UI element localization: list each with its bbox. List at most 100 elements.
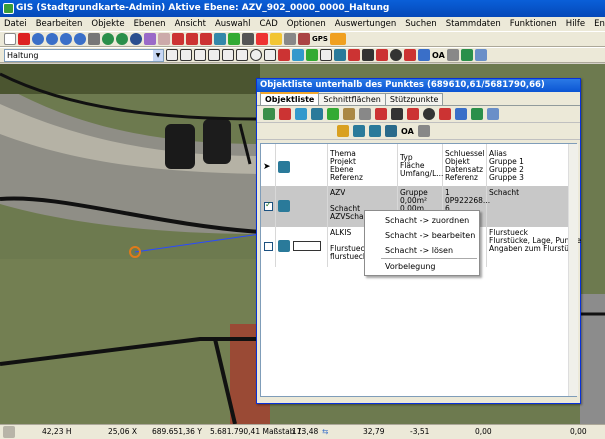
tab-schnittflaechen[interactable]: Schnittflächen xyxy=(318,93,386,105)
zoom-window-icon[interactable] xyxy=(60,33,72,45)
polyline-icon[interactable] xyxy=(194,49,206,61)
rectangle-icon[interactable] xyxy=(236,49,248,61)
undo-icon[interactable] xyxy=(474,49,487,61)
marker-icon[interactable] xyxy=(298,33,310,45)
zoom-out-icon[interactable] xyxy=(46,33,58,45)
measure-icon[interactable] xyxy=(214,33,226,45)
select-tool-icon[interactable] xyxy=(166,49,178,61)
zoom-in-icon[interactable] xyxy=(32,33,44,45)
layers-icon[interactable] xyxy=(343,108,355,120)
tab-objektliste[interactable]: Objektliste xyxy=(260,92,320,105)
check-icon[interactable] xyxy=(228,33,240,45)
menu-optionen[interactable]: Optionen xyxy=(287,19,326,29)
copy-icon[interactable] xyxy=(353,125,365,137)
check-icon[interactable] xyxy=(327,108,339,120)
arc-icon[interactable] xyxy=(208,49,220,61)
pencil-icon[interactable] xyxy=(337,125,349,137)
menu-ansicht[interactable]: Ansicht xyxy=(175,19,206,29)
oa-button[interactable]: OA xyxy=(401,127,414,136)
globe-icon[interactable] xyxy=(102,33,114,45)
hand-icon[interactable] xyxy=(158,33,170,45)
vertical-scrollbar[interactable] xyxy=(568,144,578,396)
chevron-down-icon[interactable]: ▼ xyxy=(153,49,163,61)
row-checkbox[interactable] xyxy=(264,201,273,211)
menu-auswahl[interactable]: Auswahl xyxy=(215,19,251,29)
doc-icon[interactable] xyxy=(446,49,459,61)
book-icon[interactable] xyxy=(278,240,290,252)
color-icon[interactable] xyxy=(144,33,156,45)
tab-stuetzpunkte[interactable]: Stützpunkte xyxy=(384,93,444,105)
menu-suchen[interactable]: Suchen xyxy=(405,19,436,29)
menu-bearbeiten[interactable]: Bearbeiten xyxy=(36,19,83,29)
oa-button[interactable]: OA xyxy=(432,51,445,60)
menu-ebenen[interactable]: Ebenen xyxy=(134,19,166,29)
gps-device-icon[interactable] xyxy=(329,33,346,45)
menu-hilfe[interactable]: Hilfe xyxy=(566,19,585,29)
rotate-icon[interactable] xyxy=(423,108,435,120)
table-icon[interactable] xyxy=(334,49,346,61)
menu-datei[interactable]: Datei xyxy=(4,19,27,29)
menu-item-loesen[interactable]: Schacht -> lösen xyxy=(385,246,453,255)
tool-a-icon[interactable] xyxy=(172,33,184,45)
dialog-toolbar-2: OA xyxy=(257,123,580,140)
frame-icon[interactable] xyxy=(407,108,419,120)
save-icon[interactable] xyxy=(418,49,430,61)
layer-select[interactable]: Haltung ▼ xyxy=(4,48,164,62)
scale-icon[interactable] xyxy=(404,49,416,61)
table-icon[interactable] xyxy=(311,108,323,120)
wrench-icon[interactable] xyxy=(242,33,254,45)
point-icon[interactable] xyxy=(264,49,276,61)
pointer-icon[interactable] xyxy=(4,33,16,45)
copy-icon[interactable] xyxy=(292,49,304,61)
delete-icon[interactable] xyxy=(18,33,30,45)
move-icon[interactable] xyxy=(362,49,374,61)
undo-icon[interactable] xyxy=(487,108,499,120)
menu-item-vorbelegung[interactable]: Vorbelegung xyxy=(385,262,435,271)
list-icon[interactable] xyxy=(295,108,307,120)
book-icon[interactable] xyxy=(385,125,397,137)
attach-icon[interactable] xyxy=(306,49,318,61)
trash-icon[interactable] xyxy=(460,49,473,61)
menu-stammdaten[interactable]: Stammdaten xyxy=(446,19,501,29)
gps-button[interactable]: GPS xyxy=(312,35,328,43)
scale-icon[interactable] xyxy=(439,108,451,120)
paste-icon[interactable] xyxy=(369,125,381,137)
cross-icon[interactable] xyxy=(256,33,268,45)
text-icon[interactable] xyxy=(320,49,332,61)
pen-icon[interactable] xyxy=(359,108,371,120)
tool-c-icon[interactable] xyxy=(200,33,212,45)
split-icon[interactable] xyxy=(375,108,387,120)
tool-b-icon[interactable] xyxy=(186,33,198,45)
menu-cad[interactable]: CAD xyxy=(260,19,278,29)
move-icon[interactable] xyxy=(391,108,403,120)
rotate-icon[interactable] xyxy=(390,49,402,61)
col-gruppe3: Gruppe 3 xyxy=(489,174,524,182)
menu-auswertungen[interactable]: Auswertungen xyxy=(335,19,396,29)
column-divider xyxy=(327,144,328,267)
grid-icon[interactable] xyxy=(279,108,291,120)
book-icon[interactable] xyxy=(278,200,290,212)
line-icon[interactable] xyxy=(180,49,192,61)
menu-separator xyxy=(381,258,477,259)
menu-entw[interactable]: Entw. xyxy=(594,19,605,29)
save-icon[interactable] xyxy=(455,108,467,120)
doc-icon[interactable] xyxy=(417,125,430,137)
settings-icon[interactable] xyxy=(284,33,296,45)
menu-item-zuordnen[interactable]: Schacht -> zuordnen xyxy=(385,216,469,225)
highlight-icon[interactable] xyxy=(270,33,282,45)
menu-item-bearbeiten[interactable]: Schacht -> bearbeiten xyxy=(385,231,475,240)
zoom-all-icon[interactable] xyxy=(74,33,86,45)
frame-icon[interactable] xyxy=(376,49,388,61)
print-icon[interactable] xyxy=(88,33,100,45)
trash-icon[interactable] xyxy=(471,108,483,120)
globe2-icon[interactable] xyxy=(116,33,128,45)
layer-icon[interactable] xyxy=(130,33,142,45)
menu-funktionen[interactable]: Funktionen xyxy=(510,19,557,29)
edit-icon[interactable] xyxy=(278,49,290,61)
menu-objekte[interactable]: Objekte xyxy=(91,19,124,29)
circle-icon[interactable] xyxy=(250,49,262,61)
row-checkbox[interactable] xyxy=(264,242,273,251)
split-icon[interactable] xyxy=(348,49,360,61)
polygon-icon[interactable] xyxy=(222,49,234,61)
map-icon[interactable] xyxy=(263,108,275,120)
